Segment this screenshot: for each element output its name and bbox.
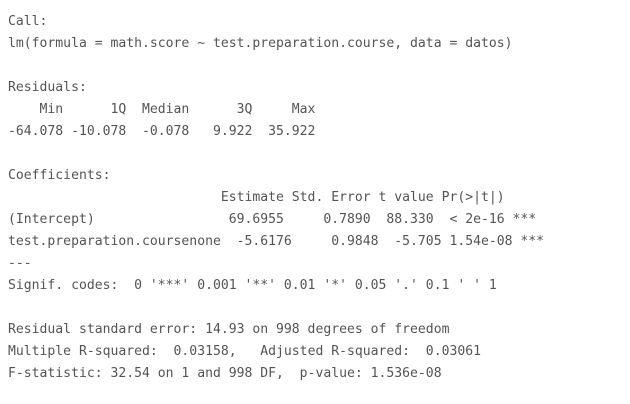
regression-summary-output: Call: lm(formula = math.score ~ test.pre…	[8, 11, 624, 385]
f-statistic-line: F-statistic: 32.54 on 1 and 998 DF, p-va…	[8, 366, 442, 381]
coefficients-header: Coefficients:	[8, 168, 111, 183]
signif-codes: Signif. codes: 0 '***' 0.001 '**' 0.01 '…	[8, 278, 497, 293]
residuals-labels: Min 1Q Median 3Q Max	[8, 102, 324, 117]
residuals-header: Residuals:	[8, 80, 87, 95]
separator-line: ---	[8, 256, 32, 271]
coefficient-row-intercept: (Intercept) 69.6955 0.7890 88.330 < 2e-1…	[8, 212, 537, 227]
coefficient-row-test-preparation: test.preparation.coursenone -5.6176 0.98…	[8, 234, 545, 249]
residual-standard-error: Residual standard error: 14.93 on 998 de…	[8, 322, 450, 337]
call-header: Call:	[8, 14, 48, 29]
r-squared-line: Multiple R-squared: 0.03158, Adjusted R-…	[8, 344, 489, 359]
call-formula: lm(formula = math.score ~ test.preparati…	[8, 36, 513, 51]
coefficients-column-headers: Estimate Std. Error t value Pr(>|t|)	[8, 190, 537, 205]
residuals-values: -64.078 -10.078 -0.078 9.922 35.922	[8, 124, 324, 139]
